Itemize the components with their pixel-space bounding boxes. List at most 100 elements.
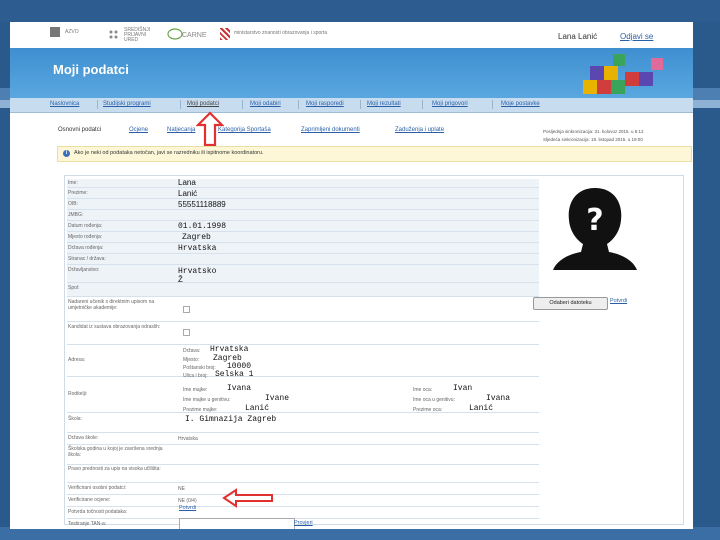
next-sync-text: Sljedeća sinkronizacija: 19. listopad 20…: [543, 137, 643, 142]
row-divider: [67, 296, 539, 297]
azvo-logo-text: AZVO: [65, 29, 79, 35]
label-drzavljanstvo: Državljanstvo:: [68, 267, 100, 273]
label-stranac: Stranac / država:: [68, 256, 106, 262]
background-top: [0, 0, 720, 22]
tab-kategorija-sportasa[interactable]: Kategorija Sportaša: [218, 127, 271, 133]
tan-input[interactable]: [179, 518, 295, 529]
ime-majke-gen-value: Ivane: [265, 394, 290, 403]
value-drzava-skole: Hrvatska: [178, 436, 198, 442]
prezime-oca-label: Prezime oca:: [413, 407, 443, 413]
nav-separator: [180, 100, 181, 109]
row-divider: [67, 264, 539, 265]
label-oib: OIB:: [68, 201, 79, 207]
row-divider: [67, 444, 539, 445]
ime-oca-gen-label: Ime oca u genitivu:: [413, 397, 455, 403]
label-nadareni: Nadareni učenik s direktnim upisom na um…: [68, 299, 155, 311]
row-divider: [67, 198, 539, 199]
svg-text:?: ?: [586, 203, 603, 238]
value-prezime: Lanić: [178, 189, 198, 198]
value-mjesto-rodenja: Zagreb: [182, 233, 211, 242]
row-divider: [67, 432, 539, 433]
nav-item-moji-rasporedi[interactable]: Moji rasporedi: [306, 101, 344, 107]
row-divider: [67, 506, 539, 507]
carnet-logo: CARNET: [167, 28, 212, 40]
nav-item-naslovnica[interactable]: Naslovnica: [50, 101, 79, 107]
row-divider: [67, 344, 539, 345]
label-potvrda: Potvrda točnosti podataka:: [68, 509, 128, 515]
ime-oca-gen-value: Ivana: [486, 394, 511, 403]
prezime-majke-value: Lanić: [245, 404, 270, 413]
main-navigation: Naslovnica Studijski programi Moji podat…: [10, 98, 693, 113]
page-title: Moji podatci: [53, 62, 129, 77]
value-spol: Ž: [178, 276, 183, 285]
choose-file-button[interactable]: Odaberi datoteku: [533, 297, 608, 310]
row-divider: [67, 282, 539, 283]
nav-item-moji-odabiri[interactable]: Moji odabiri: [250, 101, 281, 107]
nav-item-moje-postavke[interactable]: Moje postavke: [501, 101, 540, 107]
label-jmbg: JMBG:: [68, 212, 84, 218]
row-divider: [67, 187, 539, 188]
value-verif-osobni: NE: [178, 486, 185, 492]
spu-logo-icon: [108, 29, 120, 39]
tab-ocjene[interactable]: Ocjene: [129, 127, 148, 133]
tab-zaprimljeni-dokumenti[interactable]: Zaprimljeni dokumenti: [301, 127, 360, 133]
prezime-majke-label: Prezime majke:: [183, 407, 218, 413]
label-adresa: Adresa:: [68, 357, 86, 363]
address-drzava-value: Hrvatska: [210, 345, 249, 354]
row-divider: [67, 518, 539, 519]
row-divider: [67, 321, 539, 322]
ime-oca-value: Ivan: [453, 384, 473, 393]
address-ulica-value: Selska 1: [215, 370, 254, 379]
label-ime: Ime:: [68, 180, 78, 186]
label-roditelji: Roditelji:: [68, 391, 88, 397]
row-divider: [67, 220, 539, 221]
confirm-data-link[interactable]: Potvrdi: [179, 505, 196, 511]
tab-osnovni-podatci[interactable]: Osnovni podatci: [58, 127, 101, 133]
svg-text:CARNET: CARNET: [182, 32, 207, 39]
tab-zaduzenja-i-uplate[interactable]: Zaduženja i uplate: [395, 127, 444, 133]
nav-item-moji-prigovori[interactable]: Moji prigovori: [432, 101, 468, 107]
row-divider: [67, 253, 539, 254]
label-verif-osobni: Verificirani osobni podatci:: [68, 485, 127, 491]
row-divider: [67, 376, 539, 377]
nav-separator: [492, 100, 493, 109]
ime-oca-label: Ime oca:: [413, 387, 433, 393]
nav-separator: [242, 100, 243, 109]
logout-link[interactable]: Odjavi se: [620, 32, 653, 41]
prezime-oca-value: Lanić: [469, 404, 494, 413]
tan-check-link[interactable]: Provjeri: [294, 520, 313, 526]
nav-item-moji-podatci[interactable]: Moji podatci: [187, 101, 219, 107]
page-banner: Moji podatci: [10, 48, 693, 98]
nav-separator: [422, 100, 423, 109]
label-spol: Spol:: [68, 285, 80, 291]
value-ime: Lana: [178, 178, 196, 187]
tab-natjecanja[interactable]: Natjecanja: [167, 127, 195, 133]
address-mjesto-label: Mjesto:: [183, 357, 200, 363]
personal-data-form: Ime: Prezime: OIB: JMBG: Datum rođenja: …: [64, 175, 684, 529]
nav-separator: [360, 100, 361, 109]
address-postanski-label: Poštanski broj:: [183, 365, 216, 371]
nav-item-moji-rezultati[interactable]: Moji rezultati: [367, 101, 401, 107]
ime-majke-label: Ime majke:: [183, 387, 208, 393]
red-left-arrow-annotation: [222, 488, 273, 508]
value-oib: 55551118889: [178, 200, 226, 209]
row-divider: [67, 464, 539, 465]
confirm-photo-link[interactable]: Potvrdi: [610, 298, 627, 304]
nav-separator: [97, 100, 98, 109]
nav-item-studijski-programi[interactable]: Studijski programi: [103, 101, 151, 107]
azvo-logo-icon: [50, 27, 60, 37]
row-divider: [67, 482, 539, 483]
notice-text: Ako je neki od podataka netočan, javi se…: [74, 150, 264, 156]
row-divider: [67, 494, 539, 495]
label-datum-rodenja: Datum rođenja:: [68, 223, 103, 229]
user-name: Lana Lanić: [558, 32, 598, 41]
label-skola: Škola:: [68, 416, 82, 422]
notice-banner: i Ako je neki od podataka netočan, javi …: [57, 146, 692, 162]
label-verif-ocjene: Verificirane ocjene:: [68, 497, 111, 503]
row-divider: [67, 242, 539, 243]
label-drzava-rodenja: Država rođenja:: [68, 245, 104, 251]
value-datum-rodenja: 01.01.1998: [178, 222, 227, 231]
row-divider: [67, 231, 539, 232]
value-drzava-rodenja: Hrvatska: [178, 244, 217, 253]
ministry-logo-text: ministarstvo znanosti obrazovanja i spor…: [234, 30, 328, 36]
